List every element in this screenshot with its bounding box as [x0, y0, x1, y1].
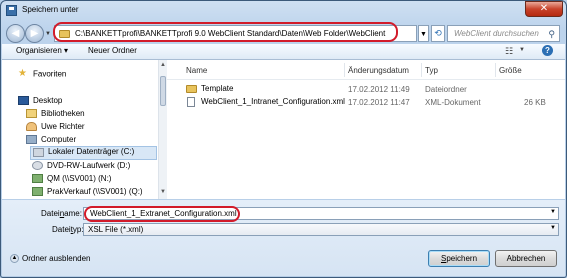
search-icon[interactable]: ⚲ [548, 29, 555, 40]
save-dialog: Speichern unter ✕ ◀ ▶ ▼ C:\BANKETTprofi\… [0, 0, 567, 278]
nav-item-user[interactable]: Uwe Richter [26, 122, 85, 132]
filetype-label: Dateityp: [52, 225, 84, 234]
window-title: Speichern unter [22, 5, 79, 14]
navigation-pane: ★ Favoriten Desktop Bibliotheken Uwe Rich… [2, 60, 167, 199]
refresh-button[interactable]: ⟲ [431, 25, 445, 42]
chevron-up-icon: ▲ [10, 254, 19, 264]
file-row-date: 17.02.2012 11:47 [348, 98, 410, 107]
filetype-select[interactable]: XSL File (*.xml) ▼ [83, 223, 559, 236]
file-row-name[interactable]: WebClient_1_Intranet_Configuration.xml [187, 97, 345, 107]
column-header-type[interactable]: Typ [425, 66, 438, 75]
computer-icon [26, 135, 37, 145]
cancel-button[interactable]: Abbrechen [495, 250, 557, 267]
nav-item-qm[interactable]: QM (\\SV001) (N:) [32, 174, 111, 184]
filetype-value: XSL File (*.xml) [88, 225, 144, 234]
view-options-dropdown-icon[interactable]: ▼ [519, 47, 525, 53]
column-header-name[interactable]: Name [186, 66, 207, 75]
scroll-down-icon[interactable]: ▼ [160, 189, 166, 195]
library-icon [26, 109, 37, 119]
column-header-size[interactable]: Größe [499, 66, 522, 75]
nav-item-computer[interactable]: Computer [26, 135, 76, 145]
nav-item-prakverkauf[interactable]: PrakVerkauf (\\SV001) (Q:) [32, 187, 143, 197]
save-button[interactable]: Speichern [428, 250, 490, 267]
file-row-size: 26 KB [524, 98, 546, 107]
scroll-up-icon[interactable]: ▲ [160, 62, 166, 68]
xml-file-icon [187, 97, 195, 107]
column-header-date[interactable]: Änderungsdatum [348, 66, 409, 75]
new-folder-button[interactable]: Neuer Ordner [88, 46, 137, 55]
command-bar: Organisieren ▾ Neuer Ordner ☷ ▼ ? [2, 44, 565, 60]
drive-icon [33, 148, 44, 157]
star-icon: ★ [18, 68, 27, 79]
forward-button[interactable]: ▶ [25, 24, 44, 43]
address-highlight-annotation [53, 22, 398, 42]
scrollbar-thumb[interactable] [160, 76, 166, 106]
file-row-type: Dateiordner [425, 85, 467, 94]
nav-item-desktop[interactable]: Desktop [18, 96, 62, 106]
nav-item-libraries[interactable]: Bibliotheken [26, 109, 85, 119]
organize-button[interactable]: Organisieren ▾ [16, 46, 68, 55]
view-options-icon[interactable]: ☷ [505, 46, 513, 57]
nav-scrollbar[interactable]: ▲ ▼ [158, 60, 167, 199]
filename-highlight-annotation [84, 206, 240, 222]
save-options-panel: Dateiname: WebClient_1_Extranet_Configur… [2, 200, 565, 276]
column-divider[interactable] [421, 63, 422, 77]
app-icon [6, 5, 17, 16]
header-divider [167, 79, 565, 80]
search-placeholder: WebClient durchsuchen [454, 29, 539, 38]
desktop-icon [18, 96, 29, 106]
close-button[interactable]: ✕ [525, 1, 563, 17]
file-row-date: 17.02.2012 11:49 [348, 85, 410, 94]
back-button[interactable]: ◀ [6, 24, 25, 43]
file-list: Name Änderungsdatum Typ Größe Template 1… [167, 60, 565, 199]
help-icon[interactable]: ? [542, 45, 553, 56]
chevron-down-icon[interactable]: ▼ [550, 225, 556, 231]
file-row-name[interactable]: Template [186, 84, 233, 93]
network-drive-icon [32, 187, 43, 197]
network-drive-icon [32, 174, 43, 184]
nav-item-local-disk[interactable]: Lokaler Datenträger (C:) [30, 146, 157, 160]
folder-icon [186, 84, 197, 93]
column-divider[interactable] [495, 63, 496, 77]
chevron-down-icon[interactable]: ▼ [550, 209, 556, 215]
nav-item-dvd[interactable]: DVD-RW-Laufwerk (D:) [32, 161, 130, 171]
dvd-icon [32, 161, 43, 171]
hide-folders-toggle[interactable]: ▲ Ordner ausblenden [10, 254, 91, 264]
recent-locations-dropdown[interactable]: ▼ [45, 31, 51, 37]
user-folder-icon [26, 122, 37, 132]
search-box[interactable]: WebClient durchsuchen ⚲ [447, 25, 560, 42]
filename-label: Dateiname: [41, 209, 82, 218]
column-divider[interactable] [344, 63, 345, 77]
title-bar: Speichern unter ✕ [1, 1, 566, 21]
file-row-type: XML-Dokument [425, 98, 481, 107]
nav-item-favorites[interactable]: ★ Favoriten [18, 69, 66, 80]
address-dropdown-button[interactable]: ▼ [418, 25, 429, 42]
